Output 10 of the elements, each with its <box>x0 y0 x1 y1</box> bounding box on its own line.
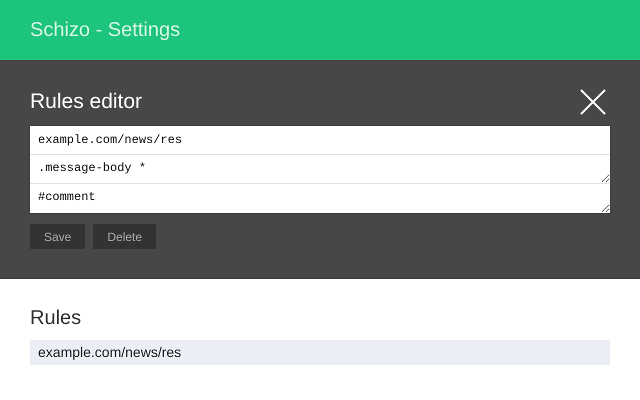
rules-title: Rules <box>30 307 82 330</box>
selector-field[interactable]: .message-body * <box>30 155 610 184</box>
delete-button[interactable]: Delete <box>93 224 156 249</box>
editor-title: Rules editor <box>30 90 142 114</box>
rule-item[interactable]: example.com/news/res <box>30 340 610 365</box>
url-field[interactable]: example.com/news/res <box>30 126 610 155</box>
save-button[interactable]: Save <box>30 224 86 249</box>
app-title: Schizo - Settings <box>30 18 180 42</box>
selector-field[interactable]: #comment <box>30 184 610 213</box>
close-icon[interactable] <box>580 89 606 115</box>
